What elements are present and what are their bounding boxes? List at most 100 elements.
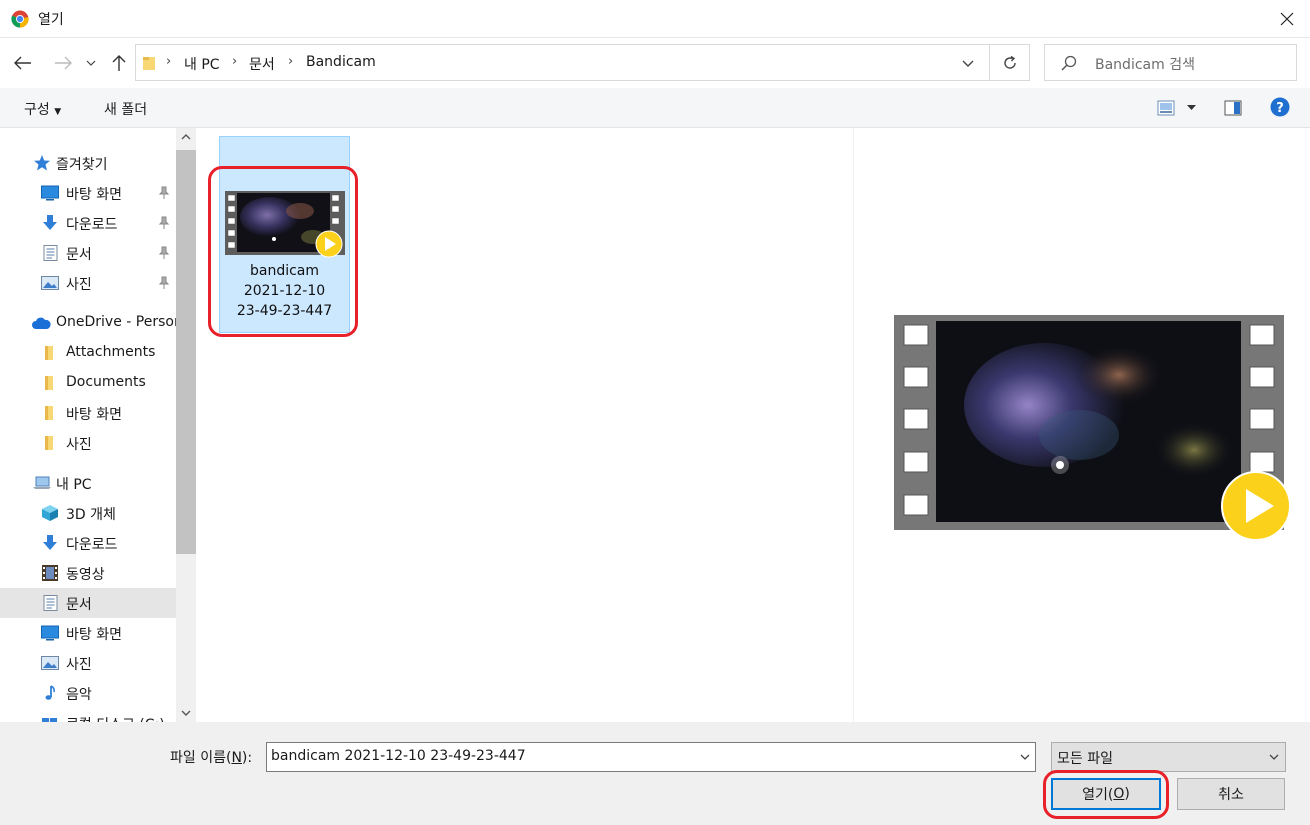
close-button[interactable]: [1264, 0, 1310, 38]
sidebar-item-pictures[interactable]: 사진: [0, 268, 176, 298]
sidebar-item-label: OneDrive - Personal: [56, 314, 196, 330]
preview-pane-icon[interactable]: [1224, 100, 1242, 116]
folder-icon: [45, 346, 53, 360]
pin-icon[interactable]: [158, 186, 170, 200]
sidebar-item-label: 문서: [66, 247, 92, 263]
sidebar-item-pictures-onedrive[interactable]: 사진: [0, 428, 176, 458]
sidebar-item-music[interactable]: 음악: [0, 678, 176, 708]
open-button-highlight-annotation: [1043, 770, 1169, 819]
folder-icon: [45, 436, 53, 450]
svg-text:?: ?: [1276, 101, 1284, 116]
sidebar-item-label: Attachments: [66, 344, 156, 360]
help-icon[interactable]: ?: [1270, 97, 1290, 117]
close-icon: [1280, 12, 1294, 26]
scroll-down-icon[interactable]: [181, 710, 191, 716]
download-icon: [43, 535, 57, 550]
search-box[interactable]: Bandicam 검색: [1044, 44, 1297, 81]
sidebar-item-attachments[interactable]: Attachments: [0, 338, 176, 368]
music-icon: [45, 685, 55, 700]
sidebar-item-label: 바탕 화면: [66, 407, 122, 423]
sidebar-item-desktop[interactable]: 바탕 화면: [0, 178, 176, 208]
sidebar-item-desktop-onedrive[interactable]: 바탕 화면: [0, 398, 176, 428]
breadcrumb-bandicam[interactable]: Bandicam: [306, 54, 376, 70]
download-icon: [43, 215, 57, 230]
back-button[interactable]: [10, 50, 36, 76]
drive-icon: [42, 718, 57, 722]
sidebar-item-3d-objects[interactable]: 3D 개체: [0, 498, 176, 528]
filetype-select[interactable]: 모든 파일: [1051, 742, 1286, 772]
pin-icon[interactable]: [158, 216, 170, 230]
sidebar-item-onedrive[interactable]: OneDrive - Personal: [0, 308, 195, 338]
chevron-down-icon: [1269, 754, 1279, 760]
sidebar-item-label: 문서: [66, 597, 92, 613]
breadcrumb-pc[interactable]: 내 PC: [184, 54, 220, 74]
sidebar-item-label: 로컬 디스크 (C:): [66, 714, 165, 722]
scrollbar-thumb[interactable]: [176, 150, 196, 554]
sidebar-item-this-pc[interactable]: 내 PC: [0, 468, 176, 498]
sidebar-item-label: 바탕 화면: [66, 187, 122, 203]
search-icon: [1061, 55, 1077, 71]
chrome-icon: [11, 10, 29, 28]
sidebar-item-downloads-pc[interactable]: 다운로드: [0, 528, 176, 558]
new-folder-button[interactable]: 새 폴더: [104, 99, 147, 119]
cancel-button[interactable]: 취소: [1177, 778, 1285, 810]
filename-value: bandicam 2021-12-10 23-49-23-447: [271, 748, 526, 764]
search-placeholder: Bandicam 검색: [1095, 57, 1195, 73]
desktop-icon: [41, 625, 59, 641]
sidebar-item-label: Documents: [66, 374, 146, 390]
sidebar-item-label: 내 PC: [56, 477, 92, 493]
sidebar-item-documents[interactable]: 문서: [0, 238, 176, 268]
filetype-value: 모든 파일: [1057, 751, 1113, 767]
sidebar-item-label: 사진: [66, 437, 92, 453]
sidebar-item-pictures-pc[interactable]: 사진: [0, 648, 176, 678]
sidebar-item-label: 즐겨찾기: [56, 157, 108, 173]
up-button[interactable]: [106, 50, 132, 76]
sidebar-item-label: 다운로드: [66, 217, 118, 233]
star-icon: [34, 155, 50, 171]
chevron-down-icon[interactable]: [962, 60, 974, 68]
window-title: 열기: [38, 12, 64, 28]
sidebar-item-label: 바탕 화면: [66, 627, 122, 643]
organize-label: 구성: [24, 102, 50, 118]
sidebar-item-label: 사진: [66, 277, 92, 293]
sidebar-item-label: 동영상: [66, 567, 105, 583]
organize-button[interactable]: 구성 ▼: [24, 99, 61, 119]
film-icon: [42, 565, 58, 581]
folder-icon: [143, 57, 155, 70]
pin-icon[interactable]: [158, 276, 170, 290]
refresh-button[interactable]: [990, 44, 1030, 81]
sidebar-item-documents-onedrive[interactable]: Documents: [0, 368, 176, 398]
document-icon: [43, 595, 58, 611]
caret-down-icon[interactable]: [1187, 105, 1196, 111]
arrow-up-icon: [112, 55, 126, 71]
video-preview: [894, 315, 1291, 541]
sidebar-item-local-disk[interactable]: 로컬 디스크 (C:): [0, 708, 176, 722]
sidebar-item-videos[interactable]: 동영상: [0, 558, 176, 588]
chevron-down-icon[interactable]: [1019, 750, 1031, 764]
sidebar-item-label: 사진: [66, 657, 92, 673]
forward-button[interactable]: [50, 50, 76, 76]
sidebar-item-quick-access[interactable]: 즐겨찾기: [0, 148, 176, 178]
breadcrumb-separator: ›: [166, 54, 172, 69]
refresh-icon: [1003, 55, 1016, 69]
chevron-down-icon: [86, 60, 96, 66]
file-highlight-annotation: [208, 166, 358, 337]
folder-icon: [45, 406, 53, 420]
sidebar-item-downloads[interactable]: 다운로드: [0, 208, 176, 238]
navigation-pane: 즐겨찾기 바탕 화면 다운로드 문서 사진 OneDrive - Persona…: [0, 128, 196, 722]
address-bar[interactable]: › 내 PC › 문서 › Bandicam: [135, 44, 990, 81]
breadcrumb-separator: ›: [288, 54, 294, 69]
filename-label: 파일 이름(N):: [170, 750, 253, 766]
view-options-icon[interactable]: [1157, 100, 1175, 116]
sidebar-item-desktop-pc[interactable]: 바탕 화면: [0, 618, 176, 648]
pin-icon[interactable]: [158, 246, 170, 260]
recent-locations-button[interactable]: [81, 50, 101, 76]
picture-icon: [41, 276, 59, 290]
scroll-up-icon[interactable]: [181, 134, 191, 140]
command-toolbar: 구성 ▼ 새 폴더 ?: [0, 88, 1310, 128]
sidebar-item-documents-pc[interactable]: 문서: [0, 588, 176, 618]
sidebar-scrollbar[interactable]: [176, 128, 196, 722]
breadcrumb-documents[interactable]: 문서: [249, 54, 275, 74]
filename-input[interactable]: bandicam 2021-12-10 23-49-23-447: [266, 742, 1036, 772]
arrow-left-icon: [14, 56, 31, 70]
